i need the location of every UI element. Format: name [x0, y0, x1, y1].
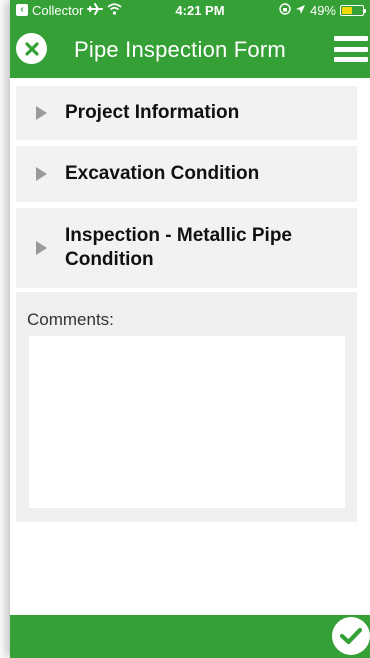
section-label: Excavation Condition: [65, 163, 260, 184]
airplane-icon: [87, 2, 104, 18]
status-right: 49%: [279, 3, 370, 18]
location-arrow-icon: [295, 3, 306, 18]
section-label: Project Information: [65, 102, 240, 123]
section-excavation-condition[interactable]: Excavation Condition: [16, 146, 357, 202]
comments-label: Comments:: [27, 310, 114, 329]
menu-bar: [334, 36, 368, 41]
expand-arrow-icon: [36, 167, 47, 181]
status-bar: ‹ Collector 4:21 PM 49%: [10, 0, 370, 20]
menu-bar: [334, 57, 368, 62]
battery-icon: [340, 4, 366, 16]
status-left: ‹ Collector: [10, 2, 160, 18]
menu-bar: [334, 46, 368, 52]
form-content: Project Information Excavation Condition…: [10, 78, 370, 615]
back-app-label[interactable]: Collector: [32, 3, 83, 18]
section-inspection-metallic-pipe-condition[interactable]: Inspection - Metallic Pipe Condition: [16, 208, 357, 288]
orientation-lock-icon: [279, 2, 291, 18]
battery-percent: 49%: [309, 2, 336, 18]
wifi-icon: [107, 2, 122, 18]
battery-level-fill: [342, 6, 352, 14]
section-project-information[interactable]: Project Information: [16, 86, 357, 140]
comments-group: Comments:: [16, 292, 357, 522]
close-button[interactable]: [16, 33, 47, 64]
expand-arrow-icon: [36, 241, 47, 255]
expand-arrow-icon: [36, 106, 47, 120]
hamburger-menu-icon[interactable]: [334, 36, 368, 62]
submit-button[interactable]: [332, 617, 370, 655]
app-header: Pipe Inspection Form: [10, 20, 370, 78]
page-title: Pipe Inspection Form: [74, 37, 286, 62]
footer-bar: [10, 615, 370, 658]
comments-textarea[interactable]: [29, 336, 345, 508]
back-chevron-icon[interactable]: ‹: [16, 4, 28, 16]
section-label: Inspection - Metallic Pipe Condition: [65, 225, 292, 270]
checkmark-icon: [340, 627, 362, 645]
app-screen: ‹ Collector 4:21 PM 49% Pipe Inspection …: [10, 0, 370, 658]
close-icon: [24, 41, 39, 56]
status-time: 4:21 PM: [175, 2, 225, 18]
